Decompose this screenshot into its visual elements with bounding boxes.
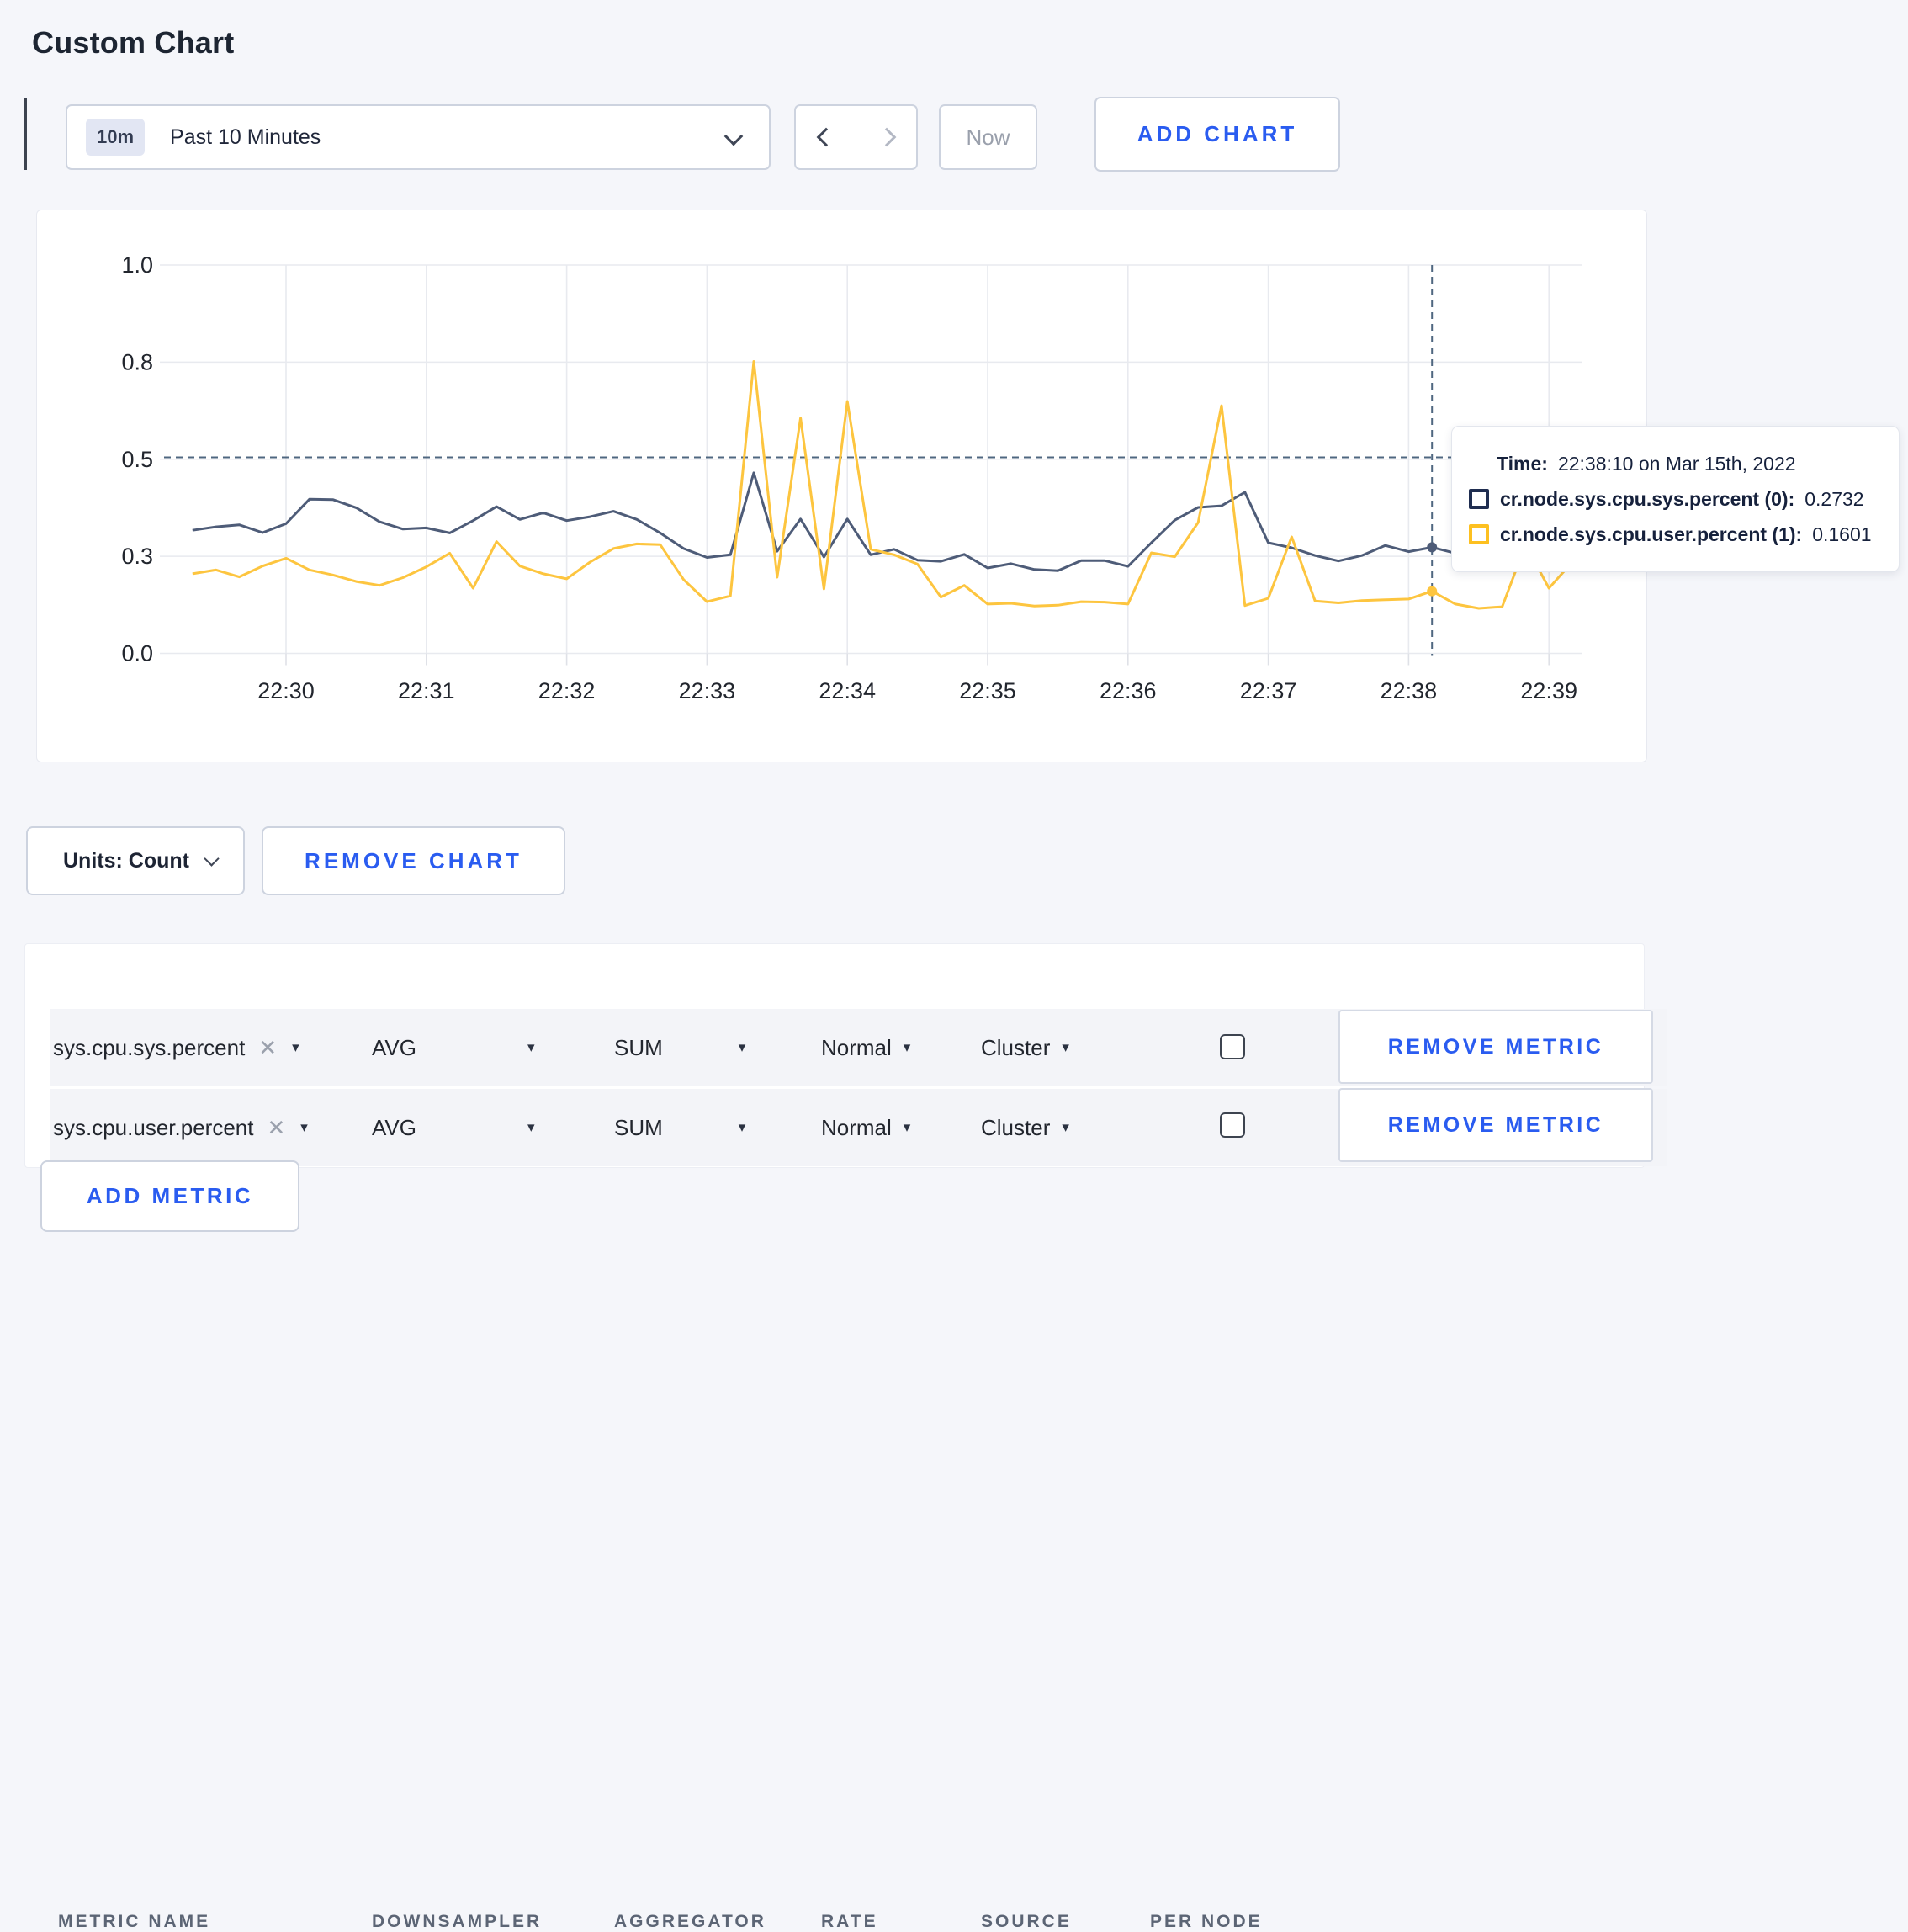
- aggregator-select[interactable]: SUM ▾: [614, 1009, 745, 1086]
- time-range-badge: 10m: [86, 119, 146, 156]
- per-node-checkbox[interactable]: [1220, 1112, 1245, 1138]
- now-button[interactable]: Now: [939, 104, 1037, 170]
- time-back-button[interactable]: [796, 106, 856, 168]
- series-user-swatch-icon: [1469, 524, 1489, 544]
- page-title: Custom Chart: [32, 25, 235, 61]
- caret-down-icon: ▾: [527, 1119, 535, 1135]
- tooltip-series-row: cr.node.sys.cpu.sys.percent (0): 0.2732: [1469, 488, 1879, 511]
- source-value: Cluster: [981, 1114, 1051, 1140]
- caret-down-icon: ▾: [738, 1119, 746, 1135]
- caret-down-icon: ▾: [527, 1039, 535, 1055]
- tooltip-series-name: cr.node.sys.cpu.sys.percent (0):: [1500, 487, 1795, 510]
- remove-metric-button[interactable]: REMOVE METRIC: [1338, 1088, 1653, 1162]
- chart-card: [36, 210, 1647, 762]
- aggregator-select[interactable]: SUM ▾: [614, 1089, 745, 1166]
- caret-down-icon: ▾: [903, 1119, 911, 1135]
- rate-value: Normal: [821, 1034, 892, 1060]
- metric-name-dropdown[interactable]: sys.cpu.sys.percent ✕ ▾: [53, 1009, 299, 1086]
- downsampler-select[interactable]: AVG ▾: [372, 1089, 535, 1166]
- col-header-per-node: PER NODE: [1150, 1912, 1263, 1931]
- time-range-dropdown[interactable]: 10m Past 10 Minutes: [66, 104, 771, 170]
- col-header-aggregator: AGGREGATOR: [614, 1912, 766, 1931]
- tooltip-series-row: cr.node.sys.cpu.user.percent (1): 0.1601: [1469, 523, 1879, 546]
- caret-down-icon: ▾: [292, 1039, 299, 1055]
- add-metric-button[interactable]: ADD METRIC: [40, 1160, 299, 1232]
- tooltip-series-name: cr.node.sys.cpu.user.percent (1):: [1500, 523, 1803, 545]
- remove-tag-icon[interactable]: ✕: [258, 1035, 277, 1061]
- tooltip-time-row: Time: 22:38:10 on Mar 15th, 2022: [1497, 453, 1879, 475]
- units-label: Units: Count: [63, 848, 189, 873]
- toolbar-divider: [24, 98, 27, 170]
- source-select[interactable]: Cluster ▾: [981, 1089, 1069, 1166]
- caret-down-icon: ▾: [903, 1039, 911, 1055]
- caret-down-icon: ▾: [300, 1119, 308, 1135]
- downsampler-value: AVG: [372, 1034, 416, 1060]
- rate-value: Normal: [821, 1114, 892, 1140]
- col-header-downsampler: DOWNSAMPLER: [372, 1912, 543, 1931]
- chevron-right-icon: [877, 127, 896, 147]
- col-header-source: SOURCE: [981, 1912, 1072, 1931]
- tooltip-series-value: 0.1601: [1812, 523, 1872, 545]
- chevron-down-icon: [204, 850, 220, 867]
- metric-name: sys.cpu.sys.percent: [53, 1034, 246, 1060]
- tooltip-time-value: 22:38:10 on Mar 15th, 2022: [1557, 452, 1796, 475]
- remove-metric-button[interactable]: REMOVE METRIC: [1338, 1010, 1653, 1084]
- time-range-label: Past 10 Minutes: [170, 125, 321, 149]
- metric-name: sys.cpu.user.percent: [53, 1114, 254, 1140]
- source-select[interactable]: Cluster ▾: [981, 1009, 1069, 1086]
- tooltip-series-value: 0.2732: [1805, 487, 1864, 510]
- caret-down-icon: ▾: [1062, 1119, 1069, 1135]
- aggregator-value: SUM: [614, 1114, 663, 1140]
- chevron-down-icon: [723, 126, 744, 146]
- chart-tooltip: Time: 22:38:10 on Mar 15th, 2022 cr.node…: [1451, 426, 1900, 572]
- per-node-checkbox[interactable]: [1220, 1034, 1245, 1059]
- col-header-rate: RATE: [821, 1912, 878, 1931]
- aggregator-value: SUM: [614, 1034, 663, 1060]
- add-chart-button[interactable]: ADD CHART: [1094, 97, 1340, 172]
- tooltip-time-label: Time:: [1497, 452, 1548, 475]
- time-nav-group: [794, 104, 918, 170]
- source-value: Cluster: [981, 1034, 1051, 1060]
- caret-down-icon: ▾: [738, 1039, 746, 1055]
- units-dropdown[interactable]: Units: Count: [26, 826, 245, 895]
- caret-down-icon: ▾: [1062, 1039, 1069, 1055]
- series-sys-swatch-icon: [1469, 489, 1489, 509]
- remove-chart-button[interactable]: REMOVE CHART: [262, 826, 565, 895]
- rate-select[interactable]: Normal ▾: [821, 1089, 910, 1166]
- col-header-metric-name: METRIC NAME: [58, 1912, 211, 1931]
- metrics-table: METRIC NAME DOWNSAMPLER AGGREGATOR RATE …: [24, 943, 1667, 1931]
- time-forward-button[interactable]: [856, 106, 916, 168]
- chevron-left-icon: [816, 127, 835, 147]
- downsampler-select[interactable]: AVG ▾: [372, 1009, 535, 1086]
- rate-select[interactable]: Normal ▾: [821, 1009, 910, 1086]
- downsampler-value: AVG: [372, 1114, 416, 1140]
- remove-tag-icon[interactable]: ✕: [267, 1115, 285, 1141]
- metric-name-dropdown[interactable]: sys.cpu.user.percent ✕ ▾: [53, 1089, 308, 1166]
